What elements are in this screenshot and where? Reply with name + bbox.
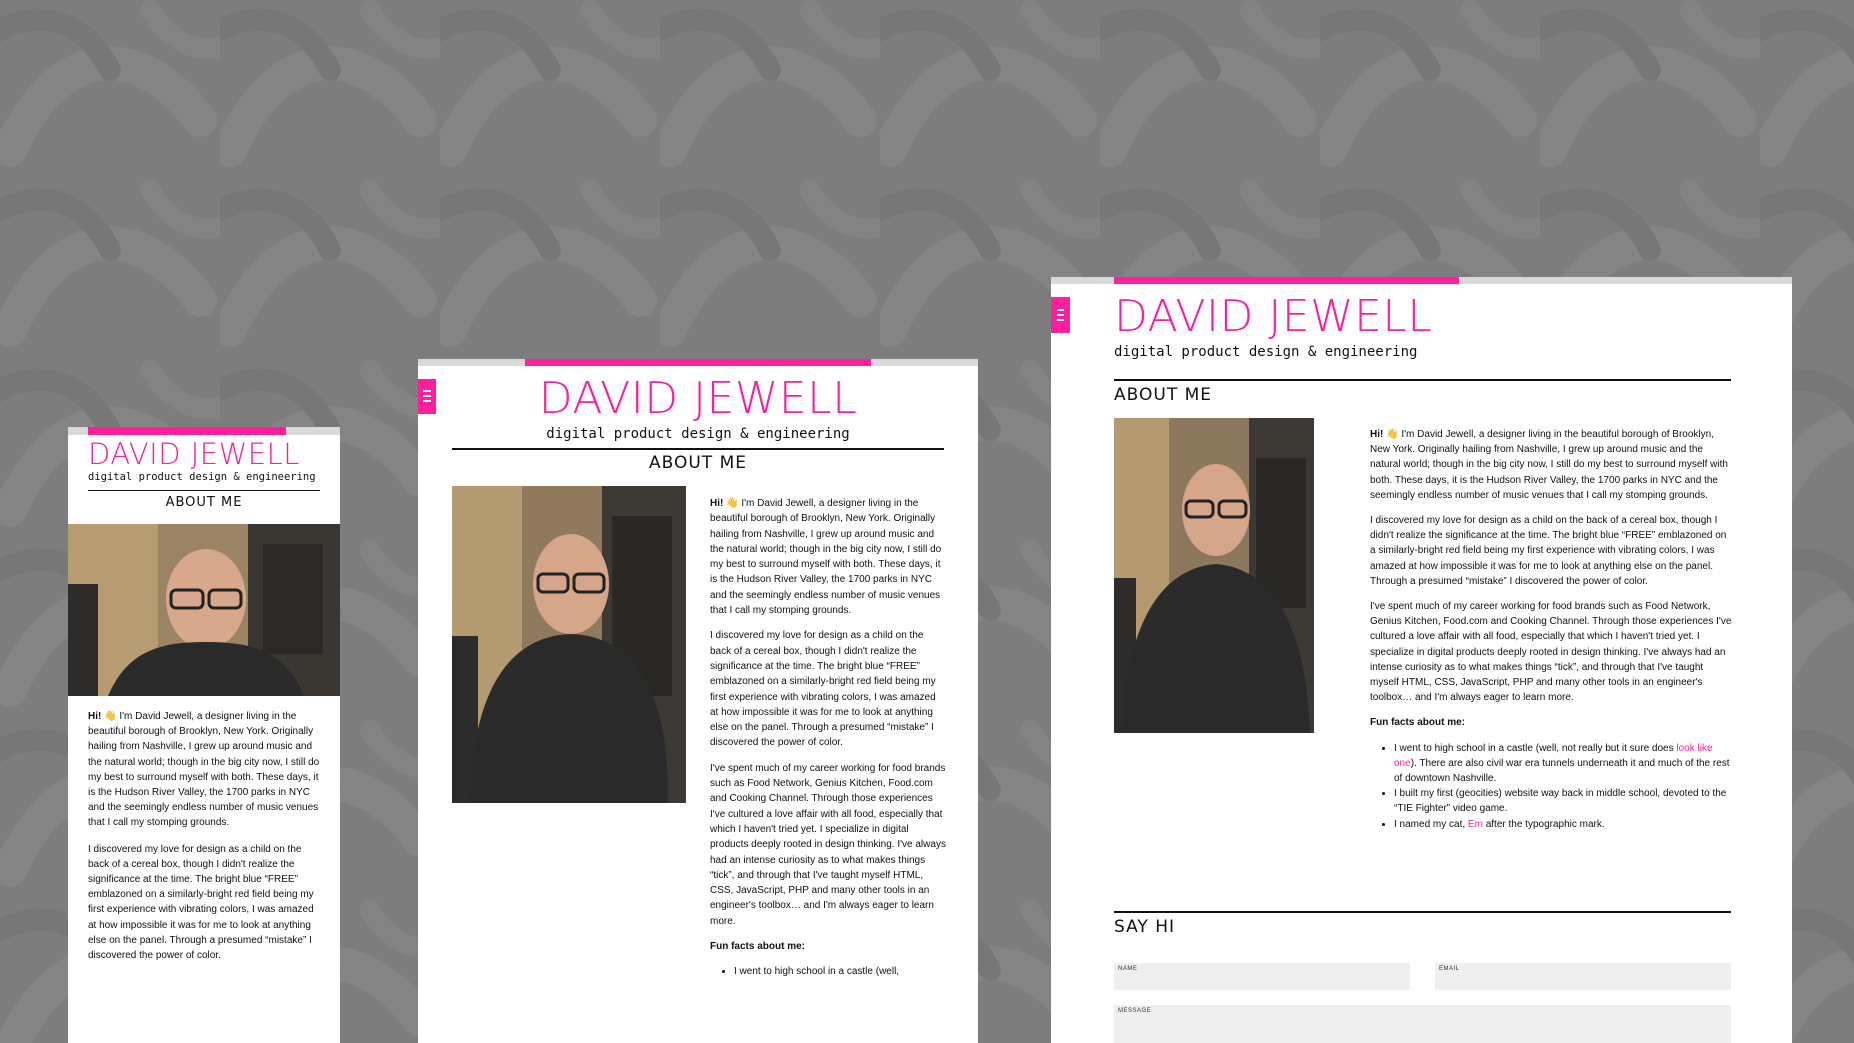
waving-hand-icon: 👋: [726, 498, 739, 509]
accent-bar: [88, 427, 286, 435]
site-tagline: digital product design & engineering: [1114, 344, 1418, 360]
about-heading: ABOUT ME: [1114, 385, 1213, 405]
fun-facts-heading: Fun facts about me:: [1370, 717, 1466, 729]
accent-bar: [525, 359, 871, 366]
accent-bar: [1114, 277, 1459, 284]
fun-facts-list: I went to high school in a castle (well,…: [1370, 741, 1733, 832]
site-title[interactable]: DAVID JEWELL: [88, 437, 300, 471]
about-p1-text: I'm David Jewell, a designer living in t…: [88, 711, 320, 829]
about-paragraph-2: I discovered my love for design as a chi…: [1370, 513, 1733, 589]
list-item: I named my cat, Em after the typographic…: [1394, 817, 1733, 832]
about-paragraph-2: I discovered my love for design as a chi…: [710, 628, 946, 750]
about-heading: ABOUT ME: [648, 453, 747, 473]
about-paragraph-3: I've spent much of my career working for…: [710, 761, 946, 929]
say-hi-heading: SAY HI: [1114, 917, 1176, 937]
header-divider: [452, 448, 944, 450]
profile-photo: [68, 524, 340, 696]
tablet-preview: DAVID JEWELL digital product design & en…: [418, 359, 978, 1043]
say-hi-divider: [1114, 911, 1731, 913]
mobile-preview: DAVID JEWELL digital product design & en…: [68, 427, 340, 1043]
name-label: NAME: [1118, 966, 1138, 972]
site-tagline: digital product design & engineering: [546, 426, 850, 442]
em-link[interactable]: Em: [1468, 819, 1483, 830]
site-title[interactable]: DAVID JEWELL: [1114, 291, 1432, 342]
about-text: Hi! 👋 I'm David Jewell, a designer livin…: [710, 496, 946, 980]
about-p3-text: I've spent much of my career working for…: [1370, 601, 1732, 704]
about-paragraph-1: Hi! 👋 I'm David Jewell, a designer livin…: [88, 709, 320, 831]
about-p1-text: I'm David Jewell, a designer living in t…: [710, 498, 942, 617]
fun-facts-list: I went to high school in a castle (well,: [710, 964, 946, 979]
profile-photo: [1114, 418, 1314, 733]
desktop-preview: DAVID JEWELL digital product design & en…: [1051, 277, 1792, 1043]
about-p2-text: I discovered my love for design as a chi…: [88, 843, 314, 962]
email-field[interactable]: EMAIL: [1435, 963, 1731, 990]
about-paragraph-3: I've spent much of my career working for…: [1370, 599, 1733, 705]
about-paragraph-1: Hi! 👋 I'm David Jewell, a designer livin…: [1370, 427, 1733, 503]
about-p2-text: I discovered my love for design as a chi…: [1370, 515, 1727, 587]
hi-label: Hi!: [88, 711, 102, 722]
about-paragraph-2: I discovered my love for design as a chi…: [88, 842, 320, 964]
about-text: Hi! 👋 I'm David Jewell, a designer livin…: [1370, 427, 1733, 832]
hamburger-menu-icon[interactable]: [1051, 297, 1070, 333]
about-p3-text: I've spent much of my career working for…: [710, 762, 946, 927]
hi-label: Hi!: [710, 498, 724, 509]
about-text: Hi! 👋 I'm David Jewell, a designer livin…: [88, 709, 320, 963]
email-label: EMAIL: [1439, 966, 1460, 972]
site-tagline: digital product design & engineering: [88, 471, 316, 483]
site-title[interactable]: DAVID JEWELL: [418, 373, 978, 424]
message-field[interactable]: MESSAGE: [1114, 1005, 1731, 1043]
name-field[interactable]: NAME: [1114, 963, 1410, 990]
profile-photo: [452, 486, 686, 803]
about-paragraph-1: Hi! 👋 I'm David Jewell, a designer livin…: [710, 496, 946, 618]
about-p1-text: I'm David Jewell, a designer living in t…: [1370, 429, 1728, 501]
fun-facts-heading: Fun facts about me:: [710, 941, 806, 953]
list-item: I went to high school in a castle (well,…: [1394, 741, 1733, 787]
message-label: MESSAGE: [1118, 1008, 1152, 1014]
header-divider: [1114, 379, 1731, 381]
hi-label: Hi!: [1370, 429, 1384, 440]
waving-hand-icon: 👋: [1386, 429, 1399, 440]
list-item: I built my first (geocities) website way…: [1394, 786, 1733, 816]
about-p2-text: I discovered my love for design as a chi…: [710, 630, 936, 749]
about-heading: ABOUT ME: [165, 495, 243, 510]
list-item: I went to high school in a castle (well,: [734, 964, 946, 979]
waving-hand-icon: 👋: [104, 711, 117, 722]
header-divider: [88, 490, 320, 491]
